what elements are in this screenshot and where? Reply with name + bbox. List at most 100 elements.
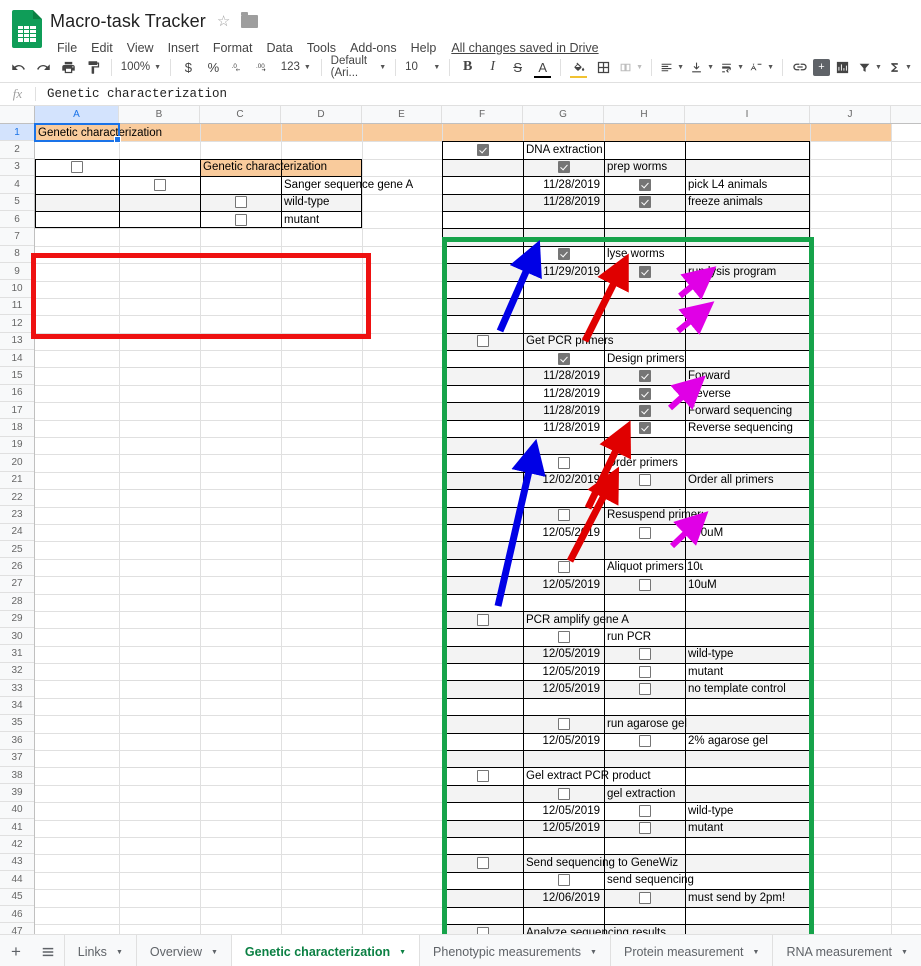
- row-header-37[interactable]: 37: [0, 750, 34, 767]
- sheet-tab-chevron-down-icon[interactable]: ▼: [211, 949, 218, 956]
- zoom-selector[interactable]: 100% ▼: [117, 55, 165, 80]
- save-status[interactable]: All changes saved in Drive: [451, 41, 598, 55]
- vertical-align-icon[interactable]: ▼: [687, 55, 717, 80]
- sheet-tab-links[interactable]: Links ▼: [63, 935, 136, 966]
- row-header-45[interactable]: 45: [0, 889, 34, 906]
- row-header-3[interactable]: 3: [0, 159, 34, 177]
- sheet-tab-phenotypic-measurements[interactable]: Phenotypic measurements ▼: [419, 935, 610, 966]
- insert-link-icon[interactable]: [788, 55, 813, 80]
- column-header-i[interactable]: I: [685, 106, 810, 123]
- row-header-42[interactable]: 42: [0, 836, 34, 854]
- row-header-1[interactable]: 1: [0, 124, 34, 142]
- undo-icon[interactable]: [6, 55, 31, 80]
- star-outline-icon[interactable]: ☆: [217, 14, 230, 29]
- column-header-a[interactable]: A: [35, 106, 119, 123]
- column-header-j[interactable]: J: [810, 106, 891, 123]
- row-header-23[interactable]: 23: [0, 506, 34, 524]
- row-header-26[interactable]: 26: [0, 558, 34, 576]
- row-header-8[interactable]: 8: [0, 246, 34, 263]
- all-sheets-menu-icon[interactable]: [32, 935, 64, 966]
- row-header-36[interactable]: 36: [0, 732, 34, 750]
- row-header-6[interactable]: 6: [0, 211, 34, 229]
- row-header-20[interactable]: 20: [0, 454, 34, 472]
- row-header-10[interactable]: 10: [0, 280, 34, 298]
- select-all-corner[interactable]: [0, 106, 35, 123]
- bold-button[interactable]: B: [455, 55, 480, 80]
- row-header-40[interactable]: 40: [0, 802, 34, 819]
- redo-icon[interactable]: [31, 55, 56, 80]
- row-header-25[interactable]: 25: [0, 541, 34, 559]
- borders-icon[interactable]: [591, 55, 616, 80]
- sheet-tab-protein-measurement[interactable]: Protein measurement ▼: [609, 935, 772, 966]
- row-header-29[interactable]: 29: [0, 611, 34, 628]
- sheet-tab-chevron-down-icon[interactable]: ▼: [116, 949, 123, 956]
- row-header-30[interactable]: 30: [0, 628, 34, 646]
- row-header-11[interactable]: 11: [0, 298, 34, 316]
- column-header-h[interactable]: H: [604, 106, 685, 123]
- horizontal-align-icon[interactable]: ▼: [657, 55, 687, 80]
- row-header-32[interactable]: 32: [0, 663, 34, 680]
- sheet-tab-chevron-down-icon[interactable]: ▼: [753, 949, 760, 956]
- row-header-13[interactable]: 13: [0, 333, 34, 350]
- add-sheet-icon[interactable]: +: [0, 935, 32, 966]
- increase-decimal-icon[interactable]: .00: [251, 55, 276, 80]
- font-family-selector[interactable]: Default (Ari... ▼: [327, 55, 391, 80]
- sheet-tab-rna-measurement[interactable]: RNA measurement ▼: [772, 935, 921, 966]
- column-header-e[interactable]: E: [362, 106, 442, 123]
- row-header-28[interactable]: 28: [0, 593, 34, 611]
- row-header-31[interactable]: 31: [0, 645, 34, 663]
- row-header-27[interactable]: 27: [0, 576, 34, 594]
- row-header-22[interactable]: 22: [0, 489, 34, 507]
- currency-dollar-icon[interactable]: $: [176, 55, 201, 80]
- text-color-button[interactable]: A: [530, 55, 555, 80]
- row-header-14[interactable]: 14: [0, 350, 34, 368]
- merge-cells-icon[interactable]: ▼: [616, 55, 646, 80]
- fill-color-icon[interactable]: [566, 55, 591, 80]
- row-header-9[interactable]: 9: [0, 263, 34, 281]
- row-header-2[interactable]: 2: [0, 141, 34, 159]
- print-icon[interactable]: [56, 55, 81, 80]
- functions-sigma-icon[interactable]: ▼: [885, 55, 915, 80]
- row-header-12[interactable]: 12: [0, 315, 34, 333]
- row-header-17[interactable]: 17: [0, 402, 34, 420]
- column-header-b[interactable]: B: [119, 106, 200, 123]
- decrease-decimal-icon[interactable]: .0: [226, 55, 251, 80]
- column-header-c[interactable]: C: [200, 106, 281, 123]
- strikethrough-button[interactable]: S: [505, 55, 530, 80]
- italic-button[interactable]: I: [480, 55, 505, 80]
- font-size-selector[interactable]: 10 ▼: [401, 55, 444, 80]
- row-header-18[interactable]: 18: [0, 419, 34, 437]
- row-header-7[interactable]: 7: [0, 228, 34, 246]
- column-header-g[interactable]: G: [523, 106, 604, 123]
- cell-area[interactable]: Genetic characterization Genetic characte…: [34, 123, 921, 934]
- row-header-5[interactable]: 5: [0, 194, 34, 211]
- row-header-44[interactable]: 44: [0, 871, 34, 889]
- text-wrap-icon[interactable]: ▼: [717, 55, 747, 80]
- formula-input[interactable]: Genetic characterization: [36, 87, 921, 101]
- column-header-f[interactable]: F: [442, 106, 523, 123]
- row-header-33[interactable]: 33: [0, 680, 34, 698]
- sheet-tab-chevron-down-icon[interactable]: ▼: [399, 949, 406, 956]
- row-header-41[interactable]: 41: [0, 819, 34, 837]
- row-header-15[interactable]: 15: [0, 367, 34, 385]
- paint-format-icon[interactable]: [81, 55, 106, 80]
- row-header-4[interactable]: 4: [0, 176, 34, 194]
- number-format-selector[interactable]: 123 ▼: [276, 55, 316, 80]
- insert-comment-icon[interactable]: +: [812, 58, 830, 76]
- row-header-39[interactable]: 39: [0, 784, 34, 802]
- row-header-46[interactable]: 46: [0, 906, 34, 924]
- sheet-tab-chevron-down-icon[interactable]: ▼: [901, 949, 908, 956]
- sheet-tab-genetic-characterization[interactable]: Genetic characterization ▼: [230, 935, 420, 966]
- row-header-19[interactable]: 19: [0, 437, 34, 455]
- row-header-35[interactable]: 35: [0, 715, 34, 733]
- page-title[interactable]: Macro-task Tracker: [50, 11, 206, 32]
- insert-chart-icon[interactable]: [830, 55, 855, 80]
- column-header-d[interactable]: D: [281, 106, 362, 123]
- percent-icon[interactable]: %: [201, 55, 226, 80]
- folder-icon[interactable]: [241, 11, 259, 28]
- row-header-24[interactable]: 24: [0, 524, 34, 541]
- filter-icon[interactable]: ▼: [855, 55, 885, 80]
- row-header-16[interactable]: 16: [0, 385, 34, 402]
- row-header-38[interactable]: 38: [0, 767, 34, 785]
- row-header-47[interactable]: 47: [0, 923, 34, 934]
